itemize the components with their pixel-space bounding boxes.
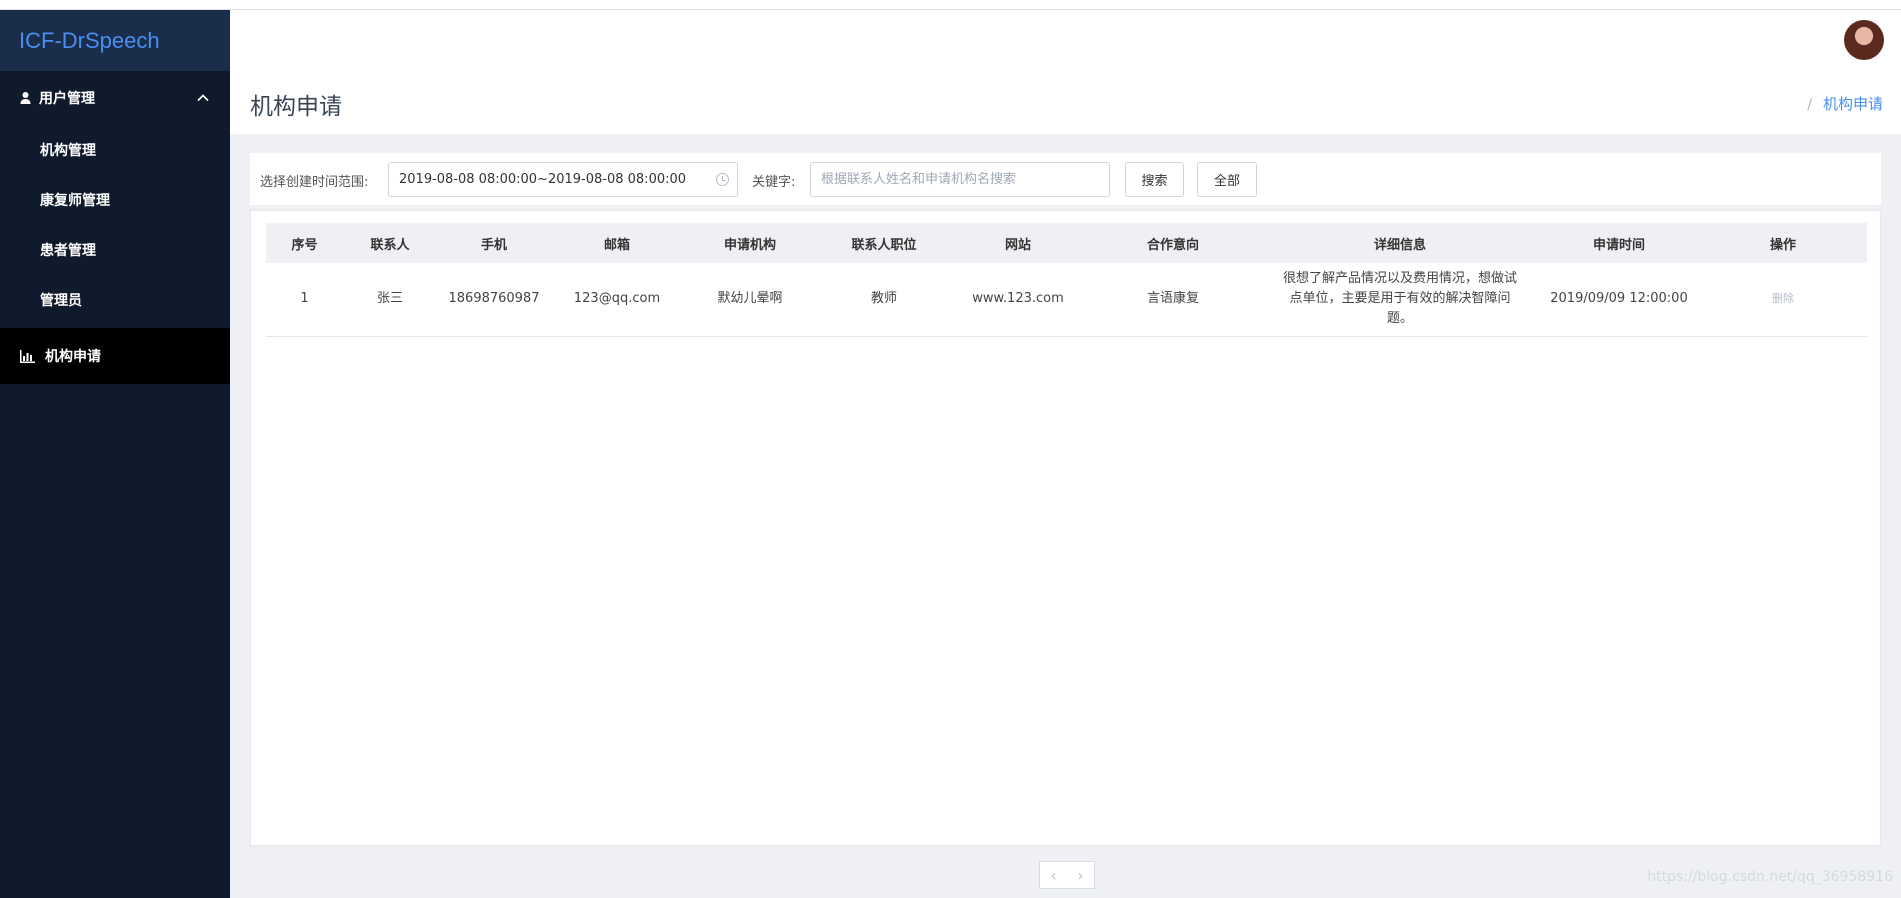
cell-phone: 18698760987	[437, 263, 551, 337]
cell-intent: 言语康复	[1085, 263, 1261, 337]
table-panel: 序号 联系人 手机 邮箱 申请机构 联系人职位 网站 合作意向 详细信息 申请时…	[250, 210, 1881, 846]
applications-table: 序号 联系人 手机 邮箱 申请机构 联系人职位 网站 合作意向 详细信息 申请时…	[266, 223, 1867, 337]
cell-contact: 张三	[343, 263, 437, 337]
sidebar: ICF-DrSpeech 用户管理 机构管理 康复师管理 患者管理 管理员 机构…	[0, 10, 230, 898]
column-header: 申请机构	[683, 223, 817, 263]
sidebar-item-org-application[interactable]: 机构申请	[0, 328, 230, 384]
table-row: 1 张三 18698760987 123@qq.com 默幼儿晕啊 教师 www…	[266, 263, 1867, 337]
pagination: ‹ ›	[1039, 861, 1095, 889]
column-header: 序号	[266, 223, 343, 263]
keyword-search-input[interactable]	[810, 162, 1110, 197]
sidebar-item-label: 康复师管理	[40, 193, 110, 209]
date-range-label: 选择创建时间范围:	[260, 175, 369, 190]
cell-action: 删除	[1699, 263, 1867, 337]
clock-icon	[716, 173, 729, 186]
column-header: 邮箱	[551, 223, 683, 263]
sidebar-item-therapist-management[interactable]: 康复师管理	[0, 175, 230, 225]
chevron-up-icon	[197, 94, 209, 102]
delete-button[interactable]: 删除	[1772, 292, 1794, 305]
cell-email: 123@qq.com	[551, 263, 683, 337]
cell-detail: 很想了解产品情况以及费用情况，想做试点单位，主要是用于有效的解决智障问题。	[1261, 263, 1539, 337]
page-header: 机构申请 / 机构申请	[230, 10, 1901, 134]
sidebar-item-label: 管理员	[40, 293, 82, 309]
column-header: 合作意向	[1085, 223, 1261, 263]
cell-position: 教师	[817, 263, 951, 337]
date-range-value: 2019-08-08 08:00:00~2019-08-08 08:00:00	[399, 172, 687, 187]
breadcrumb: / 机构申请	[1807, 93, 1883, 114]
avatar[interactable]	[1844, 20, 1884, 60]
main-content: 选择创建时间范围: 2019-08-08 08:00:00~2019-08-08…	[230, 134, 1901, 898]
breadcrumb-separator: /	[1807, 95, 1813, 113]
breadcrumb-item[interactable]: 机构申请	[1823, 95, 1883, 113]
sidebar-item-label: 机构管理	[40, 143, 96, 159]
filter-bar: 选择创建时间范围: 2019-08-08 08:00:00~2019-08-08…	[250, 153, 1881, 205]
sidebar-group-label: 用户管理	[39, 91, 95, 107]
column-header: 申请时间	[1539, 223, 1699, 263]
column-header: 操作	[1699, 223, 1867, 263]
column-header: 联系人职位	[817, 223, 951, 263]
sidebar-item-admin[interactable]: 管理员	[0, 275, 230, 325]
cell-index: 1	[266, 263, 343, 337]
page-title: 机构申请	[250, 94, 342, 120]
column-header: 联系人	[343, 223, 437, 263]
watermark: https://blog.csdn.net/qq_36958916	[1647, 869, 1893, 885]
cell-time: 2019/09/09 12:00:00	[1539, 263, 1699, 337]
cell-org: 默幼儿晕啊	[683, 263, 817, 337]
prev-page-button[interactable]: ‹	[1050, 866, 1056, 885]
app-logo[interactable]: ICF-DrSpeech	[0, 10, 230, 71]
bar-chart-icon	[20, 349, 35, 363]
sidebar-item-label: 机构申请	[45, 349, 101, 365]
sidebar-item-patient-management[interactable]: 患者管理	[0, 225, 230, 275]
sidebar-item-label: 患者管理	[40, 243, 96, 259]
column-header: 网站	[951, 223, 1085, 263]
keyword-label: 关键字:	[752, 175, 796, 190]
sidebar-item-org-management[interactable]: 机构管理	[0, 125, 230, 175]
column-header: 手机	[437, 223, 551, 263]
all-button[interactable]: 全部	[1197, 162, 1257, 197]
table-header-row: 序号 联系人 手机 邮箱 申请机构 联系人职位 网站 合作意向 详细信息 申请时…	[266, 223, 1867, 263]
sidebar-group-user-management[interactable]: 用户管理	[0, 71, 230, 125]
date-range-input[interactable]: 2019-08-08 08:00:00~2019-08-08 08:00:00	[388, 162, 738, 197]
user-icon	[20, 92, 31, 104]
search-button[interactable]: 搜索	[1125, 162, 1184, 197]
column-header: 详细信息	[1261, 223, 1539, 263]
app-logo-text: ICF-DrSpeech	[19, 27, 160, 53]
cell-website: www.123.com	[951, 263, 1085, 337]
next-page-button[interactable]: ›	[1077, 866, 1083, 885]
